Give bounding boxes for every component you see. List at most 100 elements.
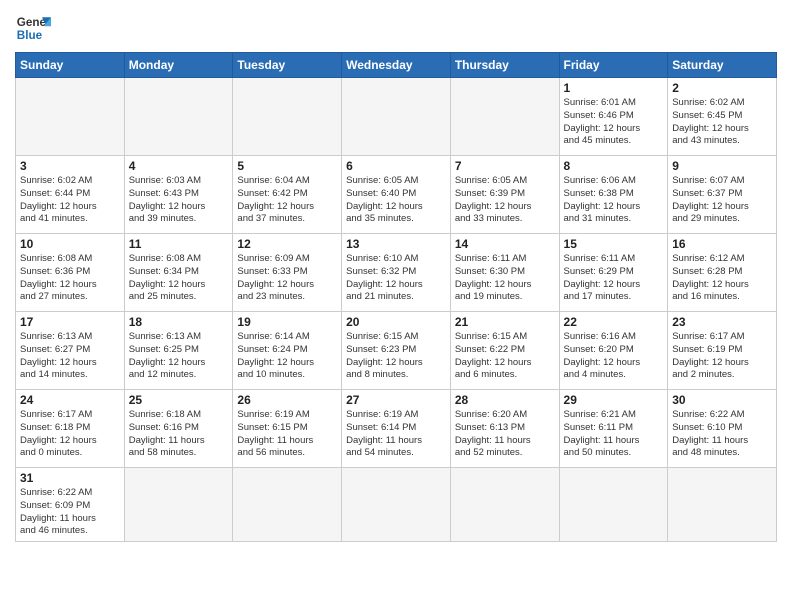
day-number: 20 [346,315,446,329]
day-info: Sunrise: 6:15 AM Sunset: 6:22 PM Dayligh… [455,331,555,382]
calendar-cell [668,468,777,542]
day-info: Sunrise: 6:21 AM Sunset: 6:11 PM Dayligh… [564,409,664,460]
day-info: Sunrise: 6:11 AM Sunset: 6:29 PM Dayligh… [564,253,664,304]
day-number: 10 [20,237,120,251]
calendar-cell: 21 Sunrise: 6:15 AM Sunset: 6:22 PM Dayli… [450,312,559,390]
day-number: 17 [20,315,120,329]
day-info: Sunrise: 6:05 AM Sunset: 6:40 PM Dayligh… [346,175,446,226]
day-number: 29 [564,393,664,407]
day-info: Sunrise: 6:13 AM Sunset: 6:25 PM Dayligh… [129,331,229,382]
calendar-cell: 6 Sunrise: 6:05 AM Sunset: 6:40 PM Daylig… [342,156,451,234]
day-number: 19 [237,315,337,329]
day-number: 30 [672,393,772,407]
day-info: Sunrise: 6:22 AM Sunset: 6:10 PM Dayligh… [672,409,772,460]
day-info: Sunrise: 6:17 AM Sunset: 6:18 PM Dayligh… [20,409,120,460]
calendar-header-saturday: Saturday [668,53,777,78]
day-info: Sunrise: 6:09 AM Sunset: 6:33 PM Dayligh… [237,253,337,304]
calendar-week-4: 17Sunrise: 6:13 AM Sunset: 6:27 PM Dayli… [16,312,777,390]
day-info: Sunrise: 6:22 AM Sunset: 6:09 PM Dayligh… [20,487,120,538]
calendar-header-friday: Friday [559,53,668,78]
day-info: Sunrise: 6:06 AM Sunset: 6:38 PM Dayligh… [564,175,664,226]
day-number: 18 [129,315,229,329]
day-info: Sunrise: 6:10 AM Sunset: 6:32 PM Dayligh… [346,253,446,304]
day-number: 5 [237,159,337,173]
calendar-cell [450,468,559,542]
logo-icon: General Blue [15,10,51,46]
calendar-cell: 2Sunrise: 6:02 AM Sunset: 6:45 PM Daylig… [668,78,777,156]
day-info: Sunrise: 6:20 AM Sunset: 6:13 PM Dayligh… [455,409,555,460]
day-info: Sunrise: 6:04 AM Sunset: 6:42 PM Dayligh… [237,175,337,226]
day-info: Sunrise: 6:11 AM Sunset: 6:30 PM Dayligh… [455,253,555,304]
calendar-cell: 27 Sunrise: 6:19 AM Sunset: 6:14 PM Dayli… [342,390,451,468]
calendar-cell [342,78,451,156]
day-info: Sunrise: 6:17 AM Sunset: 6:19 PM Dayligh… [672,331,772,382]
day-info: Sunrise: 6:18 AM Sunset: 6:16 PM Dayligh… [129,409,229,460]
day-number: 21 [455,315,555,329]
calendar-cell: 7 Sunrise: 6:05 AM Sunset: 6:39 PM Daylig… [450,156,559,234]
calendar-cell: 22 Sunrise: 6:16 AM Sunset: 6:20 PM Dayli… [559,312,668,390]
day-info: Sunrise: 6:14 AM Sunset: 6:24 PM Dayligh… [237,331,337,382]
day-number: 16 [672,237,772,251]
day-info: Sunrise: 6:02 AM Sunset: 6:45 PM Dayligh… [672,97,772,148]
day-info: Sunrise: 6:19 AM Sunset: 6:14 PM Dayligh… [346,409,446,460]
day-number: 23 [672,315,772,329]
calendar: SundayMondayTuesdayWednesdayThursdayFrid… [15,52,777,542]
calendar-header-tuesday: Tuesday [233,53,342,78]
day-number: 26 [237,393,337,407]
day-info: Sunrise: 6:05 AM Sunset: 6:39 PM Dayligh… [455,175,555,226]
day-number: 3 [20,159,120,173]
calendar-week-2: 3 Sunrise: 6:02 AM Sunset: 6:44 PM Daylig… [16,156,777,234]
calendar-cell: 19 Sunrise: 6:14 AM Sunset: 6:24 PM Dayli… [233,312,342,390]
day-number: 6 [346,159,446,173]
calendar-cell: 20 Sunrise: 6:15 AM Sunset: 6:23 PM Dayli… [342,312,451,390]
calendar-cell: 12 Sunrise: 6:09 AM Sunset: 6:33 PM Dayli… [233,234,342,312]
day-info: Sunrise: 6:08 AM Sunset: 6:36 PM Dayligh… [20,253,120,304]
calendar-header-wednesday: Wednesday [342,53,451,78]
day-number: 24 [20,393,120,407]
day-number: 4 [129,159,229,173]
day-info: Sunrise: 6:12 AM Sunset: 6:28 PM Dayligh… [672,253,772,304]
calendar-week-3: 10 Sunrise: 6:08 AM Sunset: 6:36 PM Dayli… [16,234,777,312]
calendar-cell: 15 Sunrise: 6:11 AM Sunset: 6:29 PM Dayli… [559,234,668,312]
day-number: 27 [346,393,446,407]
calendar-cell: 23 Sunrise: 6:17 AM Sunset: 6:19 PM Dayli… [668,312,777,390]
day-info: Sunrise: 6:02 AM Sunset: 6:44 PM Dayligh… [20,175,120,226]
calendar-cell [450,78,559,156]
day-number: 12 [237,237,337,251]
calendar-cell [233,78,342,156]
day-info: Sunrise: 6:15 AM Sunset: 6:23 PM Dayligh… [346,331,446,382]
calendar-cell [16,78,125,156]
day-number: 31 [20,471,120,485]
calendar-cell: 13 Sunrise: 6:10 AM Sunset: 6:32 PM Dayli… [342,234,451,312]
day-number: 1 [564,81,664,95]
svg-text:Blue: Blue [17,29,43,42]
calendar-week-6: 31 Sunrise: 6:22 AM Sunset: 6:09 PM Dayli… [16,468,777,542]
calendar-header-row: SundayMondayTuesdayWednesdayThursdayFrid… [16,53,777,78]
calendar-cell [559,468,668,542]
calendar-cell: 1Sunrise: 6:01 AM Sunset: 6:46 PM Daylig… [559,78,668,156]
day-info: Sunrise: 6:07 AM Sunset: 6:37 PM Dayligh… [672,175,772,226]
day-number: 25 [129,393,229,407]
calendar-header-sunday: Sunday [16,53,125,78]
calendar-cell [233,468,342,542]
day-number: 9 [672,159,772,173]
calendar-cell: 30 Sunrise: 6:22 AM Sunset: 6:10 PM Dayli… [668,390,777,468]
calendar-cell: 8 Sunrise: 6:06 AM Sunset: 6:38 PM Daylig… [559,156,668,234]
day-info: Sunrise: 6:03 AM Sunset: 6:43 PM Dayligh… [129,175,229,226]
day-number: 28 [455,393,555,407]
day-number: 7 [455,159,555,173]
day-number: 13 [346,237,446,251]
logo: General Blue [15,10,51,46]
calendar-cell: 31 Sunrise: 6:22 AM Sunset: 6:09 PM Dayli… [16,468,125,542]
calendar-cell [124,78,233,156]
day-info: Sunrise: 6:16 AM Sunset: 6:20 PM Dayligh… [564,331,664,382]
calendar-cell: 17Sunrise: 6:13 AM Sunset: 6:27 PM Dayli… [16,312,125,390]
day-number: 22 [564,315,664,329]
calendar-cell: 28 Sunrise: 6:20 AM Sunset: 6:13 PM Dayli… [450,390,559,468]
day-number: 8 [564,159,664,173]
calendar-cell: 3 Sunrise: 6:02 AM Sunset: 6:44 PM Daylig… [16,156,125,234]
day-number: 15 [564,237,664,251]
calendar-cell: 10 Sunrise: 6:08 AM Sunset: 6:36 PM Dayli… [16,234,125,312]
calendar-week-1: 1Sunrise: 6:01 AM Sunset: 6:46 PM Daylig… [16,78,777,156]
calendar-cell: 25 Sunrise: 6:18 AM Sunset: 6:16 PM Dayli… [124,390,233,468]
